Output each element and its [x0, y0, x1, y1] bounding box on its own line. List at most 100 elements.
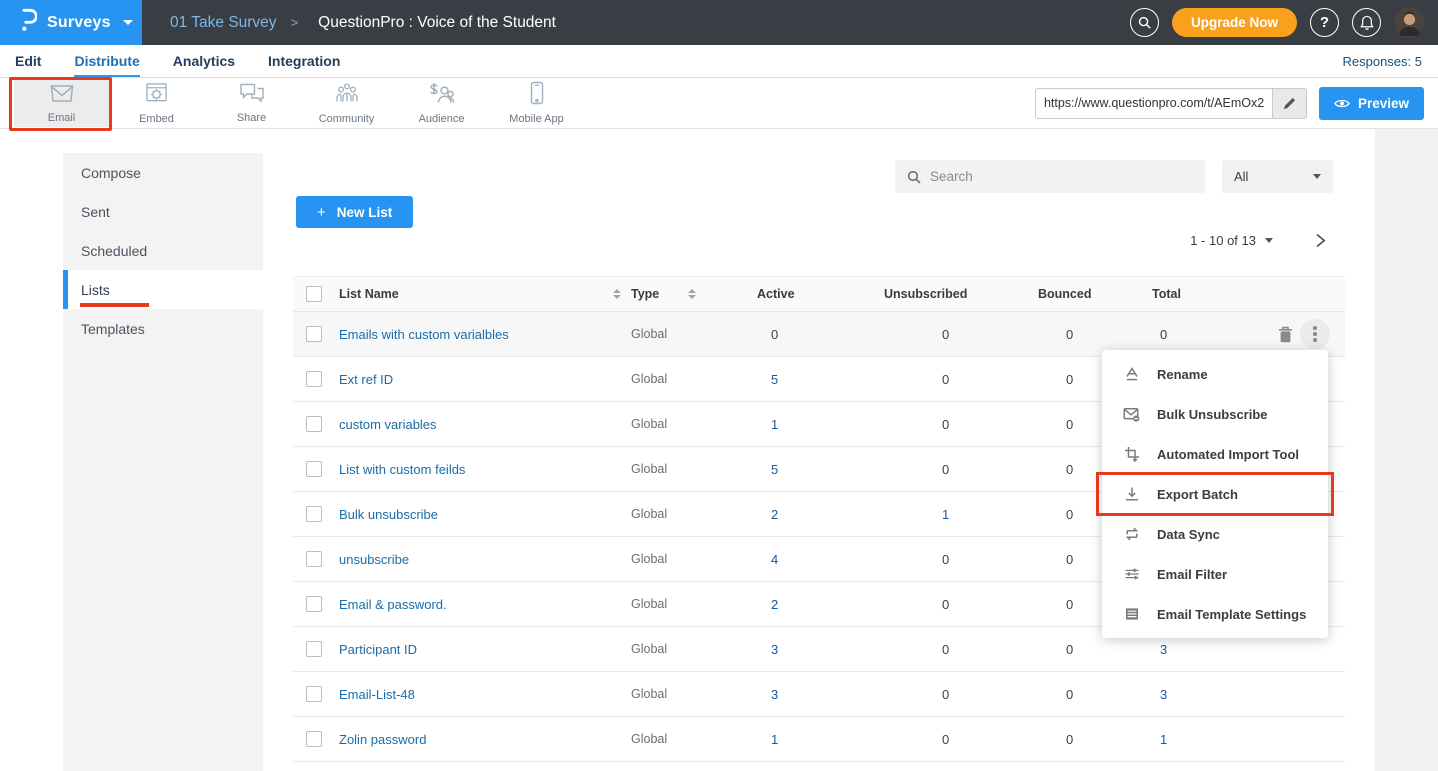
- list-type: Global: [631, 552, 757, 566]
- active-count: 1: [757, 732, 884, 747]
- bounced-count: 0: [1038, 642, 1152, 657]
- plus-icon: +: [317, 204, 326, 221]
- sort-type-icon[interactable]: [688, 289, 696, 300]
- breadcrumb: 01 Take Survey > QuestionPro : Voice of …: [170, 14, 556, 32]
- tab-analytics[interactable]: Analytics: [173, 45, 235, 77]
- next-page-chevron-icon[interactable]: [1313, 233, 1327, 248]
- menu-item-email-filter[interactable]: Email Filter: [1102, 554, 1328, 594]
- row-checkbox[interactable]: [306, 461, 322, 477]
- user-avatar[interactable]: [1394, 7, 1425, 38]
- list-name-link[interactable]: Emails with custom varialbles: [339, 327, 613, 342]
- total-count: 1: [1152, 732, 1252, 747]
- channel-audience[interactable]: Audience: [394, 80, 489, 127]
- sort-list-name-icon[interactable]: [613, 289, 631, 300]
- row-checkbox[interactable]: [306, 551, 322, 567]
- right-gutter: [1375, 129, 1438, 771]
- delete-trash-icon[interactable]: [1278, 326, 1293, 343]
- channel-community[interactable]: Community: [299, 80, 394, 127]
- chevron-down-icon: [123, 20, 133, 25]
- row-checkbox[interactable]: [306, 506, 322, 522]
- list-type: Global: [631, 372, 757, 386]
- automated-import-icon: [1123, 446, 1140, 462]
- topbar-actions: Upgrade Now ?: [1130, 7, 1438, 38]
- active-count: 3: [757, 642, 884, 657]
- channel-embed[interactable]: Embed: [109, 80, 204, 127]
- tab-distribute[interactable]: Distribute: [74, 45, 139, 77]
- select-all-checkbox[interactable]: [306, 286, 322, 302]
- new-list-label: New List: [337, 205, 393, 220]
- channel-email[interactable]: Email: [14, 80, 109, 127]
- share-icon: [239, 82, 265, 109]
- row-checkbox[interactable]: [306, 686, 322, 702]
- edit-url-pencil-icon[interactable]: [1272, 89, 1306, 118]
- channel-mobile-app[interactable]: Mobile App: [489, 80, 584, 127]
- list-name-link[interactable]: List with custom feilds: [339, 462, 613, 477]
- search-input[interactable]: [930, 169, 1193, 184]
- survey-title: QuestionPro : Voice of the Student: [318, 14, 556, 32]
- sidebar-item-templates[interactable]: Templates: [63, 309, 263, 348]
- row-checkbox[interactable]: [306, 731, 322, 747]
- unsubscribed-count: 0: [884, 687, 1038, 702]
- sidebar-item-scheduled[interactable]: Scheduled: [63, 231, 263, 270]
- menu-item-automated-import-tool[interactable]: Automated Import Tool: [1102, 434, 1328, 474]
- row-checkbox[interactable]: [306, 326, 322, 342]
- column-list-name: List Name: [339, 287, 613, 301]
- breadcrumb-folder[interactable]: 01 Take Survey: [170, 14, 277, 32]
- menu-item-data-sync[interactable]: Data Sync: [1102, 514, 1328, 554]
- tab-integration[interactable]: Integration: [268, 45, 340, 77]
- list-type: Global: [631, 417, 757, 431]
- menu-item-bulk-unsubscribe[interactable]: Bulk Unsubscribe: [1102, 394, 1328, 434]
- list-name-link[interactable]: Bulk unsubscribe: [339, 507, 613, 522]
- menu-item-export-batch[interactable]: Export Batch: [1102, 474, 1328, 514]
- help-icon[interactable]: ?: [1310, 8, 1339, 37]
- preview-button[interactable]: Preview: [1319, 87, 1424, 120]
- menu-item-email-template-settings[interactable]: Email Template Settings: [1102, 594, 1328, 634]
- bounced-count: 0: [1038, 327, 1152, 342]
- list-type: Global: [631, 597, 757, 611]
- sidebar-item-lists[interactable]: Lists: [63, 270, 263, 309]
- menu-item-rename[interactable]: Rename: [1102, 354, 1328, 394]
- active-count: 0: [757, 327, 884, 342]
- more-options-dots-icon[interactable]: [1300, 319, 1330, 349]
- list-filter-select[interactable]: All: [1222, 160, 1333, 193]
- export-batch-icon: [1123, 486, 1140, 502]
- upgrade-now-button[interactable]: Upgrade Now: [1172, 8, 1297, 37]
- page-range-dropdown[interactable]: 1 - 10 of 13: [1190, 233, 1273, 248]
- search-icon[interactable]: [1130, 8, 1159, 37]
- tab-edit[interactable]: Edit: [15, 45, 41, 77]
- list-name-link[interactable]: Zolin password: [339, 732, 613, 747]
- product-switcher[interactable]: Surveys: [0, 0, 142, 45]
- list-name-link[interactable]: Email & password.: [339, 597, 613, 612]
- sidebar-item-sent[interactable]: Sent: [63, 192, 263, 231]
- row-checkbox[interactable]: [306, 596, 322, 612]
- total-count: 0: [1152, 327, 1252, 342]
- row-checkbox[interactable]: [306, 416, 322, 432]
- row-checkbox[interactable]: [306, 371, 322, 387]
- channel-share[interactable]: Share: [204, 80, 299, 127]
- unsubscribed-count: 0: [884, 552, 1038, 567]
- column-type: Type: [631, 287, 659, 301]
- list-name-link[interactable]: Email-List-48: [339, 687, 613, 702]
- unsubscribed-count: 0: [884, 732, 1038, 747]
- list-name-link[interactable]: Ext ref ID: [339, 372, 613, 387]
- pagination: 1 - 10 of 13: [1190, 233, 1327, 248]
- survey-url-input[interactable]: [1036, 96, 1272, 110]
- row-context-menu: Rename Bulk Unsubscribe Automated Import…: [1102, 350, 1328, 638]
- row-checkbox[interactable]: [306, 641, 322, 657]
- active-count: 5: [757, 462, 884, 477]
- list-name-link[interactable]: custom variables: [339, 417, 613, 432]
- email-icon: [49, 82, 75, 109]
- community-icon: [334, 81, 360, 110]
- active-count: 5: [757, 372, 884, 387]
- toolbar-right: Preview: [1035, 87, 1438, 120]
- annotation-underline: [80, 303, 149, 308]
- active-count: 2: [757, 597, 884, 612]
- list-type: Global: [631, 642, 757, 656]
- sidebar-item-compose[interactable]: Compose: [63, 153, 263, 192]
- list-name-link[interactable]: Participant ID: [339, 642, 613, 657]
- distribute-toolbar: Email Embed Share Community Audience Mob…: [0, 78, 1438, 129]
- new-list-button[interactable]: + New List: [296, 196, 413, 228]
- list-name-link[interactable]: unsubscribe: [339, 552, 613, 567]
- unsubscribed-count: 0: [884, 327, 1038, 342]
- notifications-bell-icon[interactable]: [1352, 8, 1381, 37]
